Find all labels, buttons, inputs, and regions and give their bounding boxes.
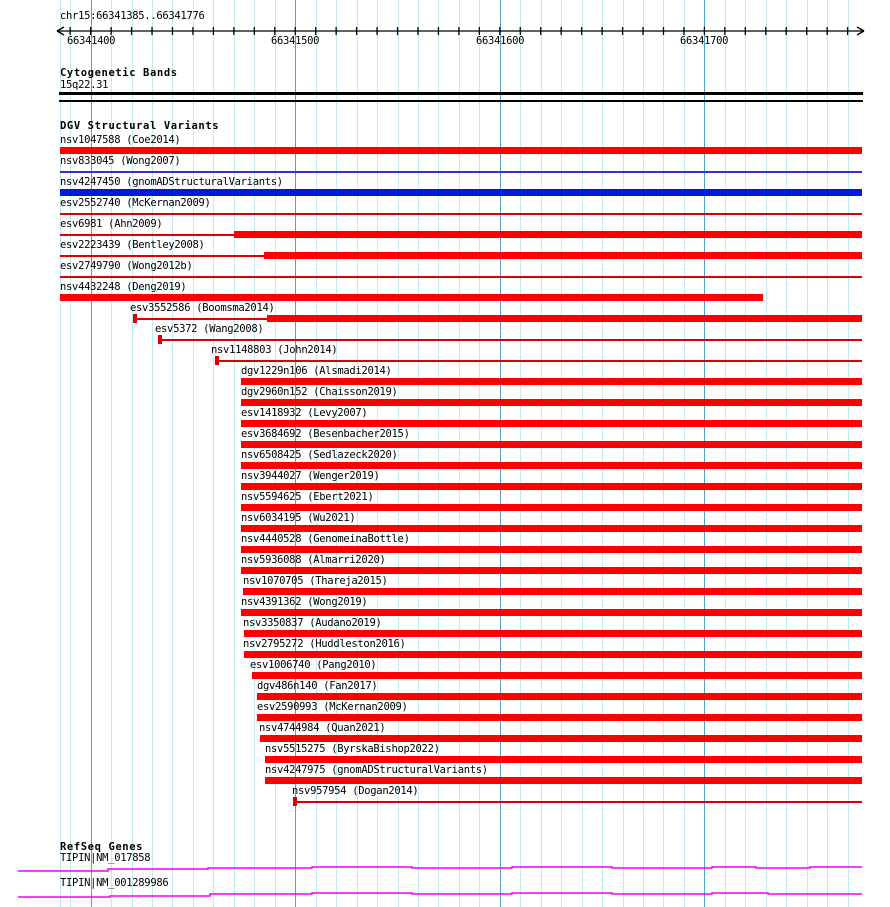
variant-row-label[interactable]: nsv957954 (Dogan2014): [292, 786, 419, 797]
variant-row-label[interactable]: nsv4432248 (Deng2019): [60, 282, 187, 293]
variant-row-label[interactable]: nsv1070705 (Thareja2015): [243, 576, 388, 587]
variant-row-label[interactable]: nsv6508425 (Sedlazeck2020): [241, 450, 398, 461]
variant-row-label[interactable]: esv1418932 (Levy2007): [241, 408, 368, 419]
dgv-track-header: DGV Structural Variants: [60, 120, 220, 132]
gene-label[interactable]: TIPIN|NM_001289986: [60, 878, 169, 889]
variant-row-label[interactable]: esv2552740 (McKernan2009): [60, 198, 211, 209]
gene-line[interactable]: [18, 892, 862, 898]
variant-row-label[interactable]: nsv4247975 (gnomADStructuralVariants): [265, 765, 488, 776]
variant-row-label[interactable]: esv3684692 (Besenbacher2015): [241, 429, 410, 440]
genome-browser-view: chr15:66341385..66341776 66341400 6634150…: [0, 0, 890, 907]
variant-row-label[interactable]: esv6981 (Ahn2009): [60, 219, 163, 230]
variant-row-label[interactable]: esv2590993 (McKernan2009): [257, 702, 408, 713]
variant-row-label[interactable]: nsv5936088 (Almarri2020): [241, 555, 386, 566]
variant-row-label[interactable]: nsv4440528 (GenomeinaBottle): [241, 534, 410, 545]
variant-row-label[interactable]: nsv6034195 (Wu2021): [241, 513, 356, 524]
variant-row-label[interactable]: esv1006740 (Pang2010): [250, 660, 377, 671]
gene-label[interactable]: TIPIN|NM_017858: [60, 853, 151, 864]
variant-row-label[interactable]: nsv4247450 (gnomADStructuralVariants): [60, 177, 283, 188]
variant-row-label[interactable]: nsv1047588 (Coe2014): [60, 135, 181, 146]
variant-row-label[interactable]: esv5372 (Wang2008): [155, 324, 264, 335]
variant-row-label[interactable]: nsv3944027 (Wenger2019): [241, 471, 380, 482]
cytobands-header: Cytogenetic Bands: [60, 67, 178, 79]
variant-row-label[interactable]: nsv4744984 (Quan2021): [259, 723, 386, 734]
variant-row-label[interactable]: nsv5594625 (Ebert2021): [241, 492, 374, 503]
ruler-coordinate-label: 66341500: [271, 35, 320, 47]
ruler-coordinate-label: 66341400: [67, 35, 116, 47]
variant-row-label[interactable]: esv2223439 (Bentley2008): [60, 240, 205, 251]
variant-row-label[interactable]: dgv2960n152 (Chaisson2019): [241, 387, 398, 398]
variant-row-label[interactable]: esv2749790 (Wong2012b): [60, 261, 193, 272]
variant-row-label[interactable]: nsv833045 (Wong2007): [60, 156, 181, 167]
gene-line[interactable]: [18, 866, 862, 872]
variant-row-label[interactable]: nsv1148803 (John2014): [211, 345, 338, 356]
variant-row-label[interactable]: nsv3350837 (Audano2019): [243, 618, 382, 629]
variant-row-label[interactable]: esv3552586 (Boomsma2014): [130, 303, 275, 314]
cytoband-name: 15q22.31: [60, 79, 109, 91]
variant-row-label[interactable]: nsv5515275 (ByrskaBishop2022): [265, 744, 440, 755]
ruler-coordinate-label: 66341600: [476, 35, 525, 47]
variant-row-label[interactable]: nsv2795272 (Huddleston2016): [243, 639, 406, 650]
variant-row-label[interactable]: dgv486n140 (Fan2017): [257, 681, 378, 692]
region-title: chr15:66341385..66341776: [60, 10, 205, 22]
variant-row-label[interactable]: dgv1229n106 (Alsmadi2014): [241, 366, 392, 377]
ruler-coordinate-label: 66341700: [680, 35, 729, 47]
variant-row-label[interactable]: nsv4391362 (Wong2019): [241, 597, 368, 608]
